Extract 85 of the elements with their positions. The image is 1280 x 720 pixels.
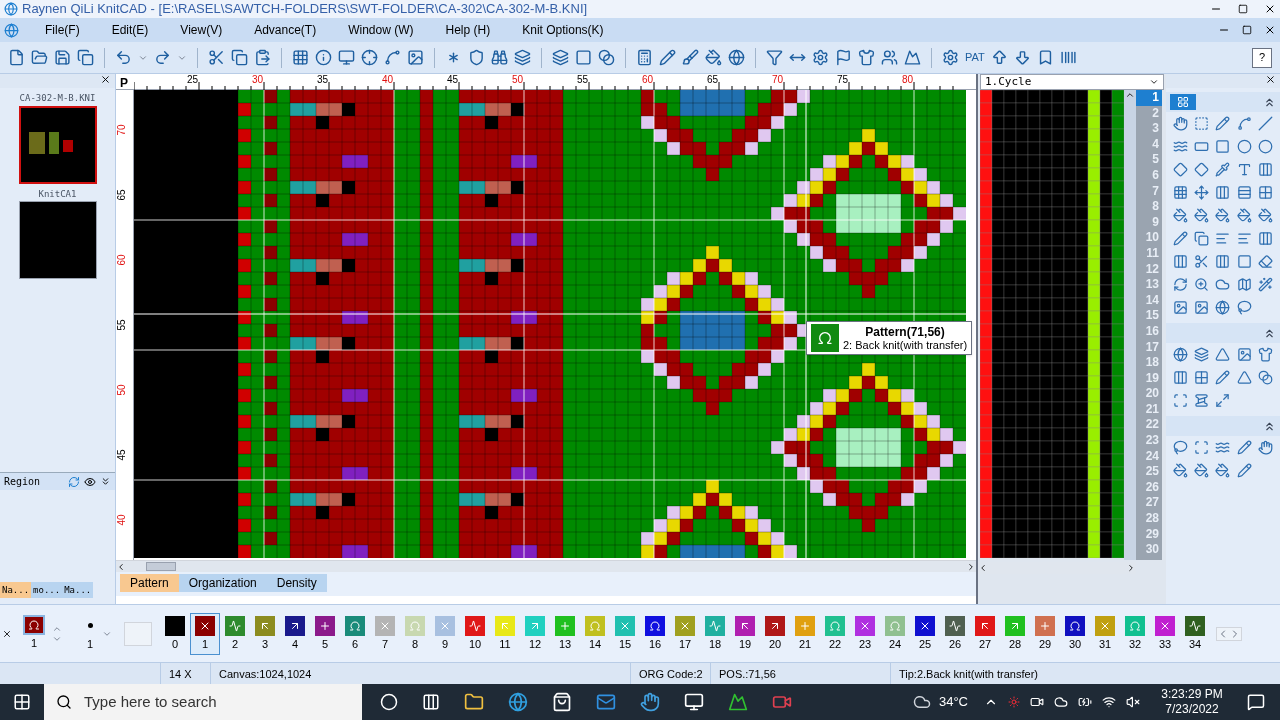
stitch-size-value[interactable]: 1 xyxy=(86,635,94,653)
ruler-label: 80 xyxy=(900,74,913,86)
stitch-button[interactable]: 16 xyxy=(640,612,670,655)
stitch-button[interactable]: 23 xyxy=(850,612,880,655)
help-button[interactable]: ? xyxy=(1252,47,1272,68)
stitch-button[interactable]: 2 xyxy=(220,612,250,655)
stitch-button[interactable]: 25 xyxy=(910,612,940,655)
ruler-label: 70 xyxy=(770,74,783,86)
ruler-label: 65 xyxy=(705,74,718,86)
stitch-button[interactable]: 10 xyxy=(460,612,490,655)
stitch-button[interactable]: 4 xyxy=(280,612,310,655)
panel-tab[interactable]: mo... xyxy=(31,582,63,598)
ruler-label: 75 xyxy=(835,74,848,86)
stitch-button[interactable]: 30 xyxy=(1060,612,1090,655)
view-tab[interactable]: Pattern xyxy=(120,574,179,592)
region-label: Region xyxy=(4,475,41,489)
file-name: CA-302-M-B.KNI xyxy=(19,92,96,105)
stitch-button[interactable]: 7 xyxy=(370,612,400,655)
canvas-corner-label: P xyxy=(120,75,128,92)
stitch-button[interactable]: 32 xyxy=(1120,612,1150,655)
weather-temperature[interactable]: 34°C xyxy=(938,692,968,712)
stitch-button[interactable]: 26 xyxy=(940,612,970,655)
stitch-button[interactable]: 33 xyxy=(1150,612,1180,655)
stitch-button[interactable]: 14 xyxy=(580,612,610,655)
view-tab[interactable]: Organization xyxy=(178,574,267,592)
stitch-button[interactable]: 29 xyxy=(1030,612,1060,655)
window-title: Raynen QiLi KnitCAD - [E:\RASEL\SAWTCH-FOLDERS\SWT-FOLDER\CA-302\CA-302-M-B.KNI] xyxy=(22,0,588,19)
ruler-label: 70 xyxy=(116,124,127,136)
clock-date[interactable]: 7/23/2022 xyxy=(1165,702,1219,717)
stitch-button[interactable]: 20 xyxy=(760,612,790,655)
menu-item[interactable]: Advance(T) xyxy=(244,21,327,39)
stitch-button[interactable]: 27 xyxy=(970,612,1000,655)
panel-tab[interactable]: Na... xyxy=(0,582,32,598)
ruler-label: 30 xyxy=(250,74,263,86)
stitch-button[interactable]: 12 xyxy=(520,612,550,655)
ruler-label: 65 xyxy=(116,189,127,201)
stitch-button[interactable]: 3 xyxy=(250,612,280,655)
ruler-label: 55 xyxy=(116,319,127,331)
stitch-button[interactable]: 11 xyxy=(490,612,520,655)
ruler-label: 45 xyxy=(116,449,127,461)
stitch-button[interactable]: 17 xyxy=(670,612,700,655)
stitch-button[interactable]: 31 xyxy=(1090,612,1120,655)
stitch-button[interactable]: 34 xyxy=(1180,612,1210,655)
view-tab[interactable]: Density xyxy=(266,574,327,592)
menu-item[interactable]: Help (H) xyxy=(435,21,501,39)
stitch-button[interactable]: 21 xyxy=(790,612,820,655)
panel-tab[interactable]: Ma... xyxy=(62,582,94,598)
ruler-label: 60 xyxy=(640,74,653,86)
taskbar-search-field[interactable]: Type here to search xyxy=(84,690,284,714)
cycle-row-number[interactable]: 1 xyxy=(1136,90,1162,106)
menu-item[interactable]: Edit(E) xyxy=(101,21,159,39)
tooltip-title: Pattern(71,56) xyxy=(865,324,945,339)
stitch-button[interactable]: 8 xyxy=(400,612,430,655)
file-name: KnitCA1 xyxy=(38,187,77,201)
stitch-button[interactable]: 5 xyxy=(310,612,340,655)
ruler-label: 50 xyxy=(116,384,127,396)
menu-item[interactable]: Knit Options(K) xyxy=(512,21,614,39)
ruler-label: 35 xyxy=(315,74,328,86)
stitch-button[interactable]: 0 xyxy=(160,612,190,655)
ruler-label: 55 xyxy=(575,74,588,86)
cycle-dropdown[interactable]: 1.Cycle xyxy=(980,74,1164,90)
ruler-label: 45 xyxy=(445,74,458,86)
stitch-button[interactable]: 18 xyxy=(700,612,730,655)
stitch-button[interactable]: 24 xyxy=(880,612,910,655)
ruler-label: 25 xyxy=(185,74,198,86)
stitch-button[interactable]: 9 xyxy=(430,612,460,655)
tooltip-text: 2: Back knit(with transfer) xyxy=(843,338,968,352)
ruler-label: 60 xyxy=(116,254,127,266)
stitch-button[interactable]: 19 xyxy=(730,612,760,655)
taskbar-search-box[interactable]: Type here to search xyxy=(44,684,362,720)
ruler-label: 40 xyxy=(380,74,393,86)
menu-item[interactable]: View(V) xyxy=(170,21,233,39)
stitch-button[interactable]: 13 xyxy=(550,612,580,655)
clock-time[interactable]: 3:23:29 PM xyxy=(1161,687,1223,702)
stitch-button[interactable]: 15 xyxy=(610,612,640,655)
pattern-button[interactable]: PAT xyxy=(965,49,985,66)
stitch-button[interactable]: 22 xyxy=(820,612,850,655)
stitch-button[interactable]: 28 xyxy=(1000,612,1030,655)
menu-item[interactable]: Window (W) xyxy=(338,21,424,39)
ruler-label: 50 xyxy=(510,74,523,86)
stitch-button[interactable]: 6 xyxy=(340,612,370,655)
menu-item[interactable]: File(F) xyxy=(35,21,90,39)
current-stitch-button[interactable]: 1 xyxy=(20,615,48,652)
ruler-label: 40 xyxy=(116,514,127,526)
stitch-button[interactable]: 1 xyxy=(190,612,220,655)
